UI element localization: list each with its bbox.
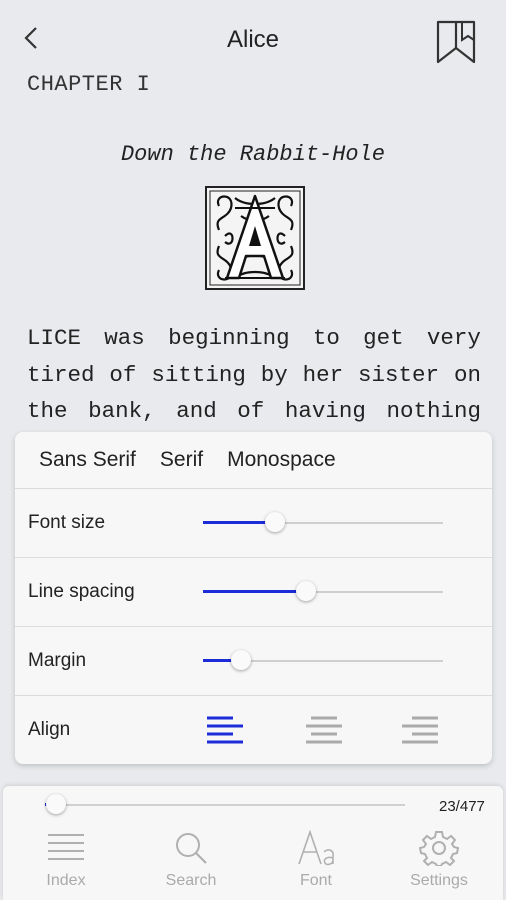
- align-left-button[interactable]: [203, 710, 247, 750]
- word: tired: [27, 361, 95, 388]
- word: by: [260, 361, 288, 388]
- nav-search-button[interactable]: Search: [141, 830, 241, 896]
- chapter-heading: CHAPTER I: [27, 72, 151, 97]
- word: was: [104, 325, 145, 351]
- font-option-sans-serif[interactable]: Sans Serif: [39, 448, 136, 472]
- word: very: [426, 325, 481, 351]
- word: to: [312, 325, 340, 351]
- bookmark-icon: [436, 20, 476, 64]
- font-option-monospace[interactable]: Monospace: [227, 448, 336, 472]
- slider-thumb[interactable]: [231, 650, 252, 670]
- slider-thumb[interactable]: [45, 794, 66, 814]
- margin-slider[interactable]: [203, 650, 443, 672]
- word: nothing: [386, 398, 481, 424]
- nav-index-button[interactable]: Index: [16, 830, 116, 896]
- line-spacing-slider[interactable]: [203, 581, 443, 603]
- word: and: [176, 398, 217, 424]
- align-left-icon: [207, 716, 243, 744]
- word: her: [302, 361, 344, 388]
- word: of: [237, 398, 265, 424]
- header: Alice: [0, 0, 506, 80]
- font-size-slider[interactable]: [203, 512, 443, 534]
- margin-label: Margin: [28, 650, 87, 671]
- nav-settings-label: Settings: [410, 872, 468, 889]
- nav-font-button[interactable]: Font: [266, 830, 366, 896]
- text-line: tired of sitting by her sister on: [27, 357, 481, 394]
- font-icon: [298, 830, 334, 866]
- word: on: [453, 361, 481, 388]
- word: sister: [358, 361, 440, 388]
- word: beginning: [168, 325, 290, 351]
- line-spacing-label: Line spacing: [28, 581, 135, 602]
- align-center-button[interactable]: [302, 710, 346, 750]
- font-settings-panel: Sans Serif Serif Monospace Font size Lin…: [15, 432, 492, 764]
- align-right-icon: [402, 716, 438, 744]
- font-size-row: Font size: [15, 489, 492, 558]
- list-icon: [48, 834, 84, 860]
- slider-thumb[interactable]: [296, 581, 317, 601]
- word: bank,: [88, 398, 156, 424]
- nav-font-label: Font: [299, 872, 332, 889]
- font-family-tabs: Sans Serif Serif Monospace: [15, 432, 492, 489]
- gear-icon: [419, 831, 459, 866]
- chapter-subtitle: Down the Rabbit-Hole: [120, 142, 386, 167]
- text-line: LICE was beginning to get very: [27, 320, 481, 357]
- word: the: [27, 398, 68, 424]
- align-center-icon: [306, 716, 342, 744]
- drop-cap-a-image: [205, 186, 305, 290]
- search-icon: [176, 833, 207, 864]
- nav-index-label: Index: [46, 872, 86, 889]
- slider-thumb[interactable]: [265, 512, 285, 532]
- align-label: Align: [28, 719, 71, 740]
- nav-settings-button[interactable]: Settings: [389, 830, 489, 896]
- reader-page: Alice CHAPTER I Down the Rabbit-Hole LIC…: [0, 0, 506, 900]
- align-right-button[interactable]: [398, 710, 442, 750]
- font-size-label: Font size: [28, 512, 106, 533]
- nav-search-label: Search: [165, 872, 217, 889]
- page-progress-slider[interactable]: [45, 794, 405, 816]
- slider-fill: [203, 590, 307, 593]
- line-spacing-row: Line spacing: [15, 558, 492, 627]
- align-row: Align: [15, 696, 492, 764]
- word: having: [284, 398, 366, 424]
- word: LICE: [27, 325, 82, 351]
- slider-track: [45, 804, 405, 806]
- word: get: [363, 325, 404, 351]
- word: of: [109, 361, 137, 388]
- bottom-toolbar: 23/477 Index Search Font Settings: [3, 786, 503, 900]
- page-count: 23/477: [439, 798, 485, 815]
- font-option-serif[interactable]: Serif: [160, 448, 203, 472]
- bookmark-button[interactable]: [430, 18, 478, 66]
- word: sitting: [151, 361, 246, 388]
- body-text: LICE was beginning to get very tired of …: [27, 320, 481, 430]
- text-line: the bank, and of having nothing: [27, 393, 481, 430]
- margin-row: Margin: [15, 627, 492, 696]
